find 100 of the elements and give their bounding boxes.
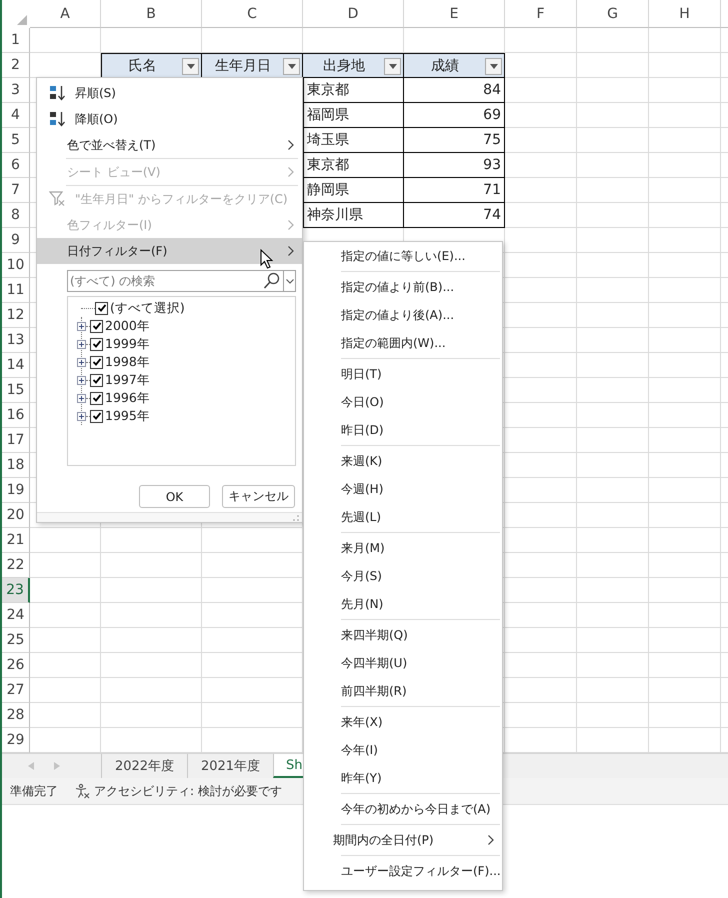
menu-item[interactable]: 今年(I) [304, 736, 502, 764]
search-field[interactable]: (すべて) の検索 [67, 270, 283, 292]
checkbox[interactable] [90, 356, 103, 368]
row-header[interactable]: 1 [2, 28, 30, 53]
checkbox[interactable] [90, 410, 103, 422]
row-header[interactable]: 5 [2, 128, 30, 153]
search-icon[interactable] [263, 272, 281, 290]
expand-icon[interactable] [77, 412, 86, 420]
row-header[interactable]: 26 [2, 653, 30, 678]
filter-dropdown-button[interactable] [485, 58, 502, 75]
row-header[interactable]: 9 [2, 228, 30, 253]
row-header[interactable]: 17 [2, 428, 30, 453]
menu-item[interactable]: 指定の範囲内(W)... [304, 329, 502, 357]
menu-item[interactable]: 今年の初めから今日まで(A) [304, 795, 502, 823]
filter-dropdown-button[interactable] [182, 58, 199, 75]
column-header[interactable]: D [303, 0, 404, 28]
chevron-icon [488, 835, 494, 845]
tree-item-label[interactable]: 2000年 [105, 318, 150, 334]
menu-item[interactable]: 期間内の全日付(P) [304, 826, 502, 854]
filter-dropdown-button[interactable] [283, 58, 300, 75]
row-header[interactable]: 22 [2, 553, 30, 578]
menu-item[interactable]: 今日(O) [304, 388, 502, 416]
row-header[interactable]: 18 [2, 453, 30, 478]
row-header[interactable]: 3 [2, 78, 30, 103]
row-header[interactable]: 8 [2, 203, 30, 228]
expand-icon[interactable] [77, 340, 86, 348]
checkbox[interactable] [90, 374, 103, 386]
menu-item[interactable]: 前四半期(R) [304, 677, 502, 705]
accessibility-icon[interactable] [74, 783, 90, 799]
tree-item-label[interactable]: 1998年 [105, 354, 150, 370]
column-header[interactable]: E [404, 0, 505, 28]
tree-item-label[interactable]: 1999年 [105, 336, 150, 352]
row-header[interactable]: 2 [2, 53, 30, 78]
filter-dropdown-button[interactable] [384, 58, 401, 75]
menu-item[interactable]: 昨年(Y) [304, 764, 502, 792]
table-cell: 東京都 [303, 153, 404, 178]
row-header[interactable]: 13 [2, 328, 30, 353]
menu-item[interactable]: ユーザー設定フィルター(F)... [304, 857, 502, 885]
column-header[interactable]: B [101, 0, 202, 28]
dropdown-button[interactable] [283, 270, 296, 292]
menu-item[interactable]: 降順(O) [37, 106, 302, 132]
menu-item[interactable]: 昇順(S) [37, 80, 302, 106]
row-header[interactable]: 11 [2, 278, 30, 303]
resize-grip-icon[interactable] [293, 514, 299, 520]
accessibility-status[interactable]: アクセシビリティ: 検討が必要です [94, 782, 282, 800]
menu-item[interactable]: 指定の値より後(A)... [304, 301, 502, 329]
checkbox[interactable] [90, 392, 103, 404]
menu-item[interactable]: 先週(L) [304, 503, 502, 531]
table-cell: 埼玉県 [303, 128, 404, 153]
tree-item-label[interactable]: 1995年 [105, 408, 150, 424]
menu-item[interactable]: 指定の値に等しい(E)... [304, 242, 502, 270]
tree-item-label[interactable]: 1996年 [105, 390, 150, 406]
dialog-button[interactable]: OK [139, 485, 210, 508]
tree-item-label[interactable]: 1997年 [105, 372, 150, 388]
row-header[interactable]: 24 [2, 603, 30, 628]
row-header[interactable]: 21 [2, 528, 30, 553]
menu-item[interactable]: 今週(H) [304, 475, 502, 503]
checkbox[interactable] [95, 302, 108, 314]
menu-item[interactable]: 明日(T) [304, 360, 502, 388]
expand-icon[interactable] [77, 394, 86, 402]
menu-item[interactable]: 先月(N) [304, 590, 502, 618]
menu-item[interactable]: 日付フィルター(F) [37, 238, 302, 264]
column-header[interactable]: H [649, 0, 721, 28]
menu-item[interactable]: 来月(M) [304, 534, 502, 562]
row-header[interactable]: 28 [2, 703, 30, 728]
menu-item[interactable]: 来四半期(Q) [304, 621, 502, 649]
row-header[interactable]: 20 [2, 503, 30, 528]
menu-item[interactable]: 指定の値より前(B)... [304, 273, 502, 301]
row-header[interactable]: 10 [2, 253, 30, 278]
menu-item[interactable]: 今月(S) [304, 562, 502, 590]
row-header[interactable]: 4 [2, 103, 30, 128]
row-header[interactable]: 12 [2, 303, 30, 328]
row-header[interactable]: 23 [2, 578, 30, 603]
column-header[interactable]: G [577, 0, 649, 28]
checkbox[interactable] [90, 320, 103, 332]
menu-item[interactable]: 来週(K) [304, 447, 502, 475]
row-header[interactable]: 27 [2, 678, 30, 703]
tree-item-label[interactable]: (すべて選択) [110, 300, 185, 316]
column-label: 成績 [431, 56, 459, 74]
row-header[interactable]: 25 [2, 628, 30, 653]
row-header[interactable]: 15 [2, 378, 30, 403]
row-header[interactable]: 7 [2, 178, 30, 203]
column-header[interactable]: F [505, 0, 577, 28]
row-header[interactable]: 16 [2, 403, 30, 428]
dialog-button[interactable]: キャンセル [222, 485, 295, 508]
expand-icon[interactable] [77, 376, 86, 384]
menu-item[interactable]: 昨日(D) [304, 416, 502, 444]
expand-icon[interactable] [77, 322, 86, 330]
sheet-tab[interactable]: Sh [273, 754, 304, 778]
expand-icon[interactable] [77, 358, 86, 366]
menu-item[interactable]: 今四半期(U) [304, 649, 502, 677]
row-header[interactable]: 14 [2, 353, 30, 378]
row-header[interactable]: 6 [2, 153, 30, 178]
column-header[interactable]: C [202, 0, 303, 28]
menu-item[interactable]: 来年(X) [304, 708, 502, 736]
menu-item[interactable]: 色で並べ替え(T) [37, 132, 302, 158]
row-header[interactable]: 19 [2, 478, 30, 503]
checkbox[interactable] [90, 338, 103, 350]
row-header[interactable]: 29 [2, 728, 30, 753]
column-header[interactable]: A [30, 0, 101, 28]
